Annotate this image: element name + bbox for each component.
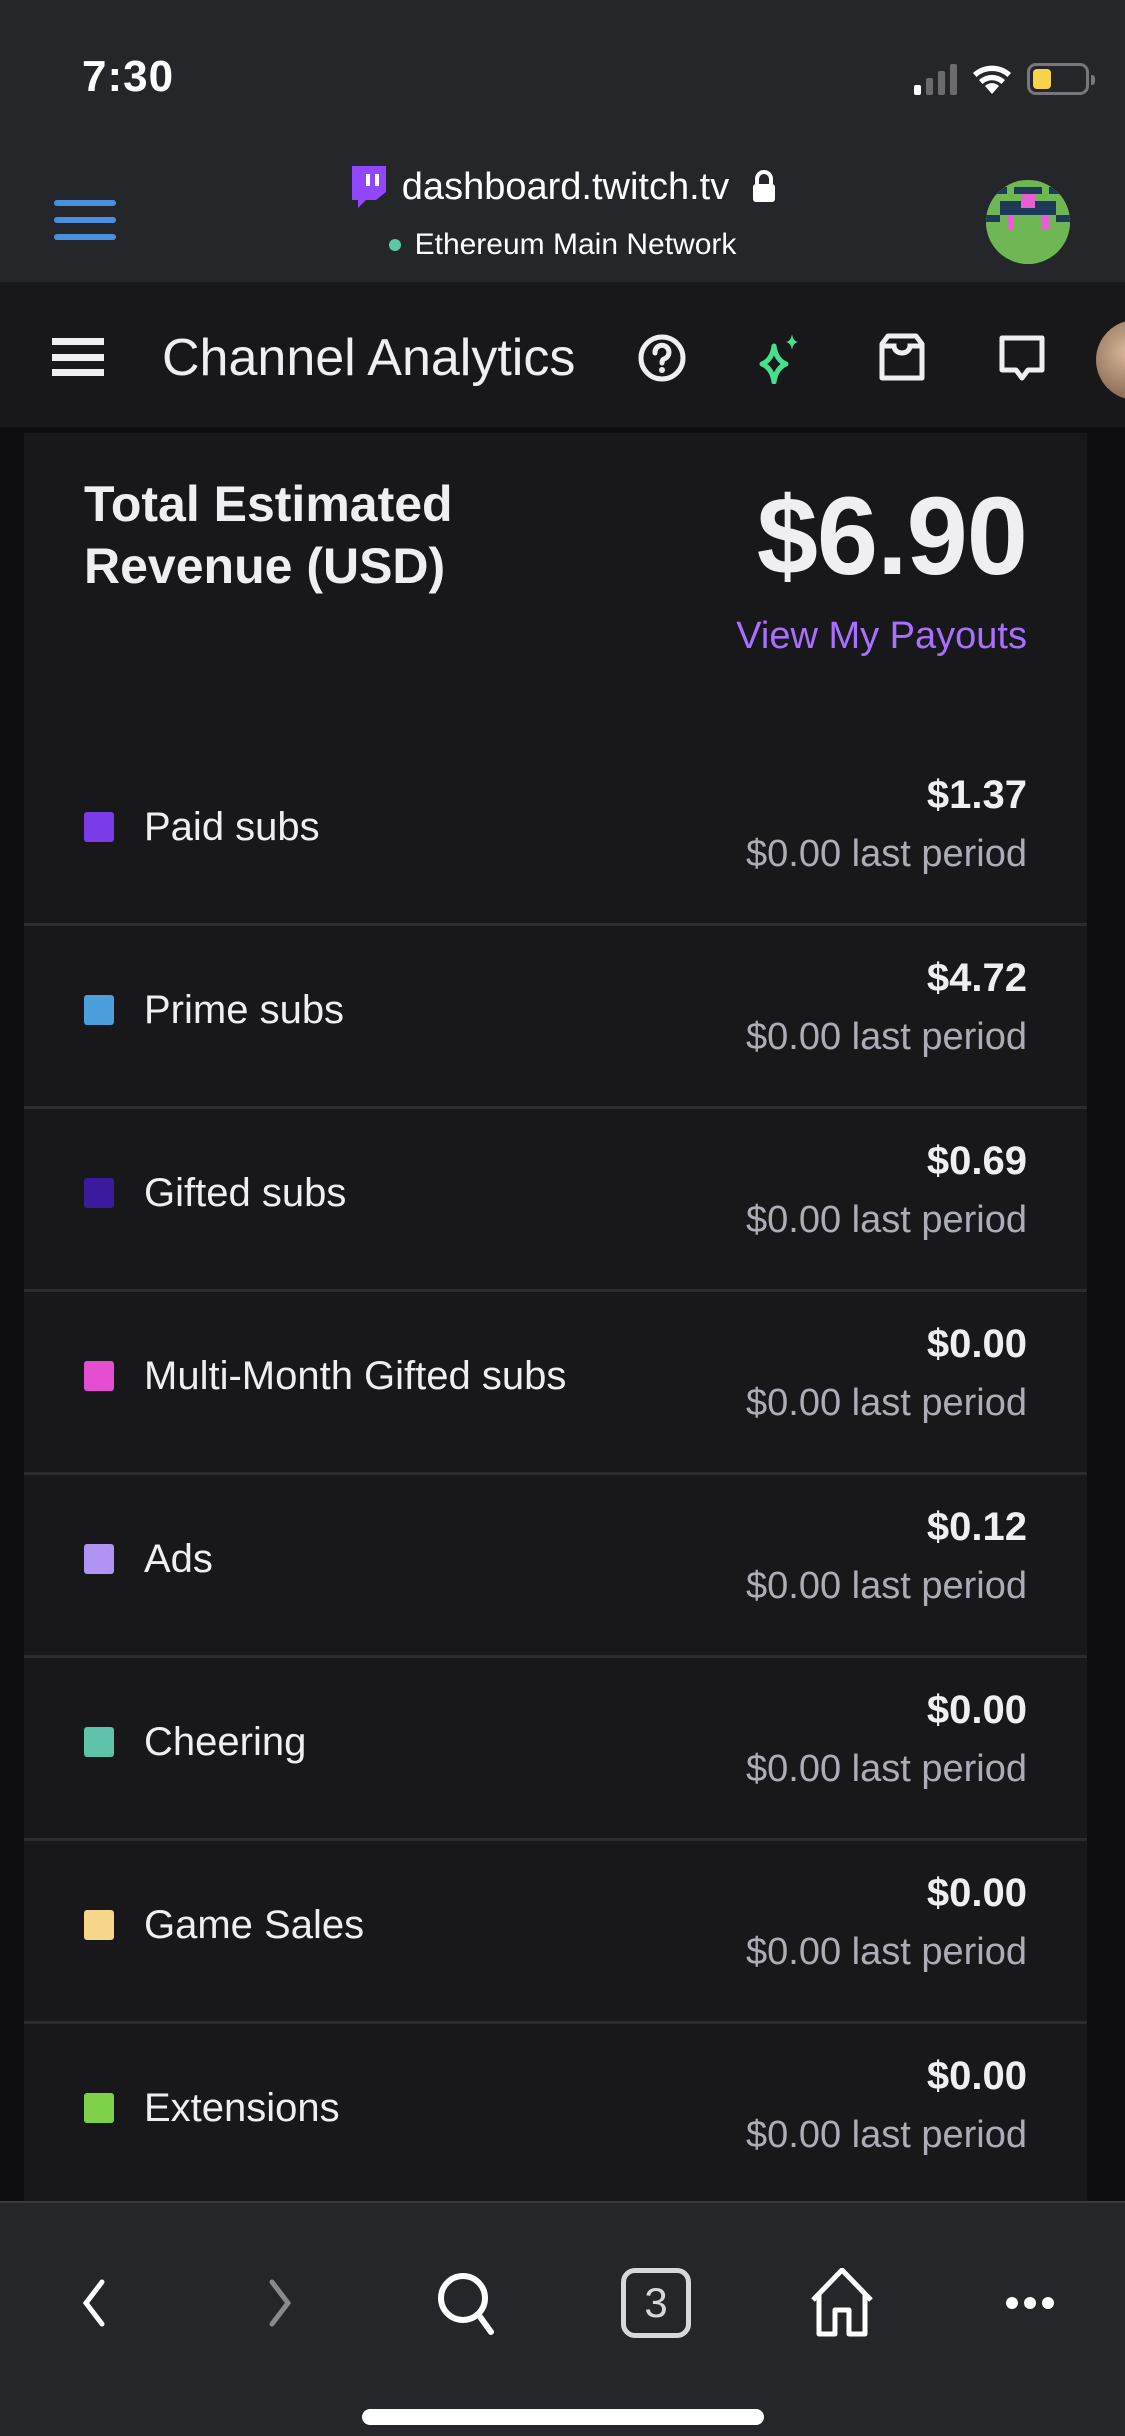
revenue-row: Cheering $0.00 $0.00 last period [24, 1658, 1087, 1841]
chevron-left-icon [82, 2279, 105, 2327]
battery-icon [1027, 63, 1095, 95]
lock-icon [753, 170, 776, 202]
legend-swatch [84, 1178, 114, 1208]
revenue-breakdown-list: Paid subs $1.37 $0.00 last period Prime sub… [24, 743, 1087, 2201]
revenue-row: Prime subs $4.72 $0.00 last period [24, 926, 1087, 1109]
revenue-source-label: Game Sales [144, 1903, 365, 1947]
more-icon [1006, 2297, 1054, 2309]
revenue-value: $0.00 [926, 2054, 1027, 2098]
revenue-source-label: Cheering [144, 1720, 307, 1764]
total-revenue-label: Total Estimated Revenue (USD) [84, 476, 453, 594]
revenue-source-label: Prime subs [144, 988, 345, 1032]
whispers-icon[interactable] [996, 332, 1048, 384]
pixel-avatar-icon [986, 180, 1070, 264]
previous-period-value: $0.00 last period [746, 833, 1027, 875]
more-button[interactable] [990, 2263, 1070, 2343]
home-indicator[interactable] [362, 2409, 764, 2425]
network-indicator: Ethereum Main Network [0, 228, 1125, 262]
revenue-source-label: Ads [144, 1537, 213, 1581]
back-button[interactable] [54, 2263, 134, 2343]
view-payouts-link[interactable]: View My Payouts [736, 615, 1027, 658]
legend-swatch [84, 995, 114, 1025]
legend-swatch [84, 1361, 114, 1391]
cellular-signal-icon [914, 63, 957, 95]
revenue-value: $0.00 [926, 1322, 1027, 1366]
revenue-source-label: Extensions [144, 2086, 340, 2130]
legend-swatch [84, 2093, 114, 2123]
revenue-value: $4.72 [926, 956, 1027, 1000]
legend-swatch [84, 1727, 114, 1757]
revenue-value: $1.37 [926, 773, 1027, 817]
previous-period-value: $0.00 last period [746, 1748, 1027, 1790]
forward-button[interactable] [240, 2263, 320, 2343]
revenue-row: Extensions $0.00 $0.00 last period [24, 2024, 1087, 2201]
wallet-account-avatar[interactable] [986, 180, 1070, 264]
network-status-dot [388, 239, 401, 251]
previous-period-value: $0.00 last period [746, 1382, 1027, 1424]
url-bar[interactable]: dashboard.twitch.tv [0, 164, 1125, 210]
revenue-value: $0.12 [926, 1505, 1027, 1549]
page-title: Channel Analytics [162, 329, 576, 387]
tabs-icon: 3 [621, 2268, 691, 2338]
revenue-source-label: Paid subs [144, 805, 320, 849]
revenue-row: Paid subs $1.37 $0.00 last period [24, 743, 1087, 926]
search-button[interactable] [428, 2263, 508, 2343]
revenue-row: Ads $0.12 $0.00 last period [24, 1475, 1087, 1658]
revenue-source-label: Gifted subs [144, 1171, 347, 1215]
profile-avatar[interactable] [1096, 320, 1125, 400]
previous-period-value: $0.00 last period [746, 1199, 1027, 1241]
revenue-row: Multi-Month Gifted subs $0.00 $0.00 last p… [24, 1292, 1087, 1475]
legend-swatch [84, 1544, 114, 1574]
chevron-right-icon [269, 2279, 292, 2327]
inbox-icon[interactable] [876, 332, 928, 384]
home-button[interactable] [802, 2263, 882, 2343]
previous-period-value: $0.00 last period [746, 1565, 1027, 1607]
legend-swatch [84, 812, 114, 842]
hamburger-icon[interactable] [52, 338, 104, 376]
right-gutter [1087, 433, 1125, 2201]
revenue-value: $0.69 [926, 1139, 1027, 1183]
browser-top-bar: 7:30 dashboard.twitch.tv Ethereum Main N… [0, 0, 1125, 282]
network-name: Ethereum Main Network [414, 228, 737, 261]
browser-bottom-toolbar: 3 [0, 2201, 1125, 2436]
wifi-icon [973, 65, 1011, 94]
previous-period-value: $0.00 last period [746, 2114, 1027, 2156]
previous-period-value: $0.00 last period [746, 1016, 1027, 1058]
app-header: Channel Analytics [0, 282, 1125, 430]
previous-period-value: $0.00 last period [746, 1931, 1027, 1973]
revenue-value: $0.00 [926, 1688, 1027, 1732]
twitch-logo-icon [351, 166, 386, 208]
revenue-row: Gifted subs $0.69 $0.00 last period [24, 1109, 1087, 1292]
sparkle-icon[interactable] [754, 332, 806, 384]
help-icon[interactable] [636, 332, 688, 384]
status-icons [914, 62, 1095, 96]
url-text: dashboard.twitch.tv [401, 165, 730, 208]
revenue-source-label: Multi-Month Gifted subs [144, 1354, 567, 1398]
tabs-button[interactable]: 3 [616, 2263, 696, 2343]
total-revenue-value: $6.90 [756, 475, 1028, 598]
left-gutter [0, 433, 24, 2201]
home-icon [811, 2268, 873, 2337]
search-icon [438, 2273, 494, 2335]
revenue-card: Total Estimated Revenue (USD) $6.90 View… [24, 433, 1087, 2201]
revenue-row: Game Sales $0.00 $0.00 last period [24, 1841, 1087, 2024]
legend-swatch [84, 1910, 114, 1940]
status-time: 7:30 [82, 52, 175, 101]
revenue-value: $0.00 [926, 1871, 1027, 1915]
